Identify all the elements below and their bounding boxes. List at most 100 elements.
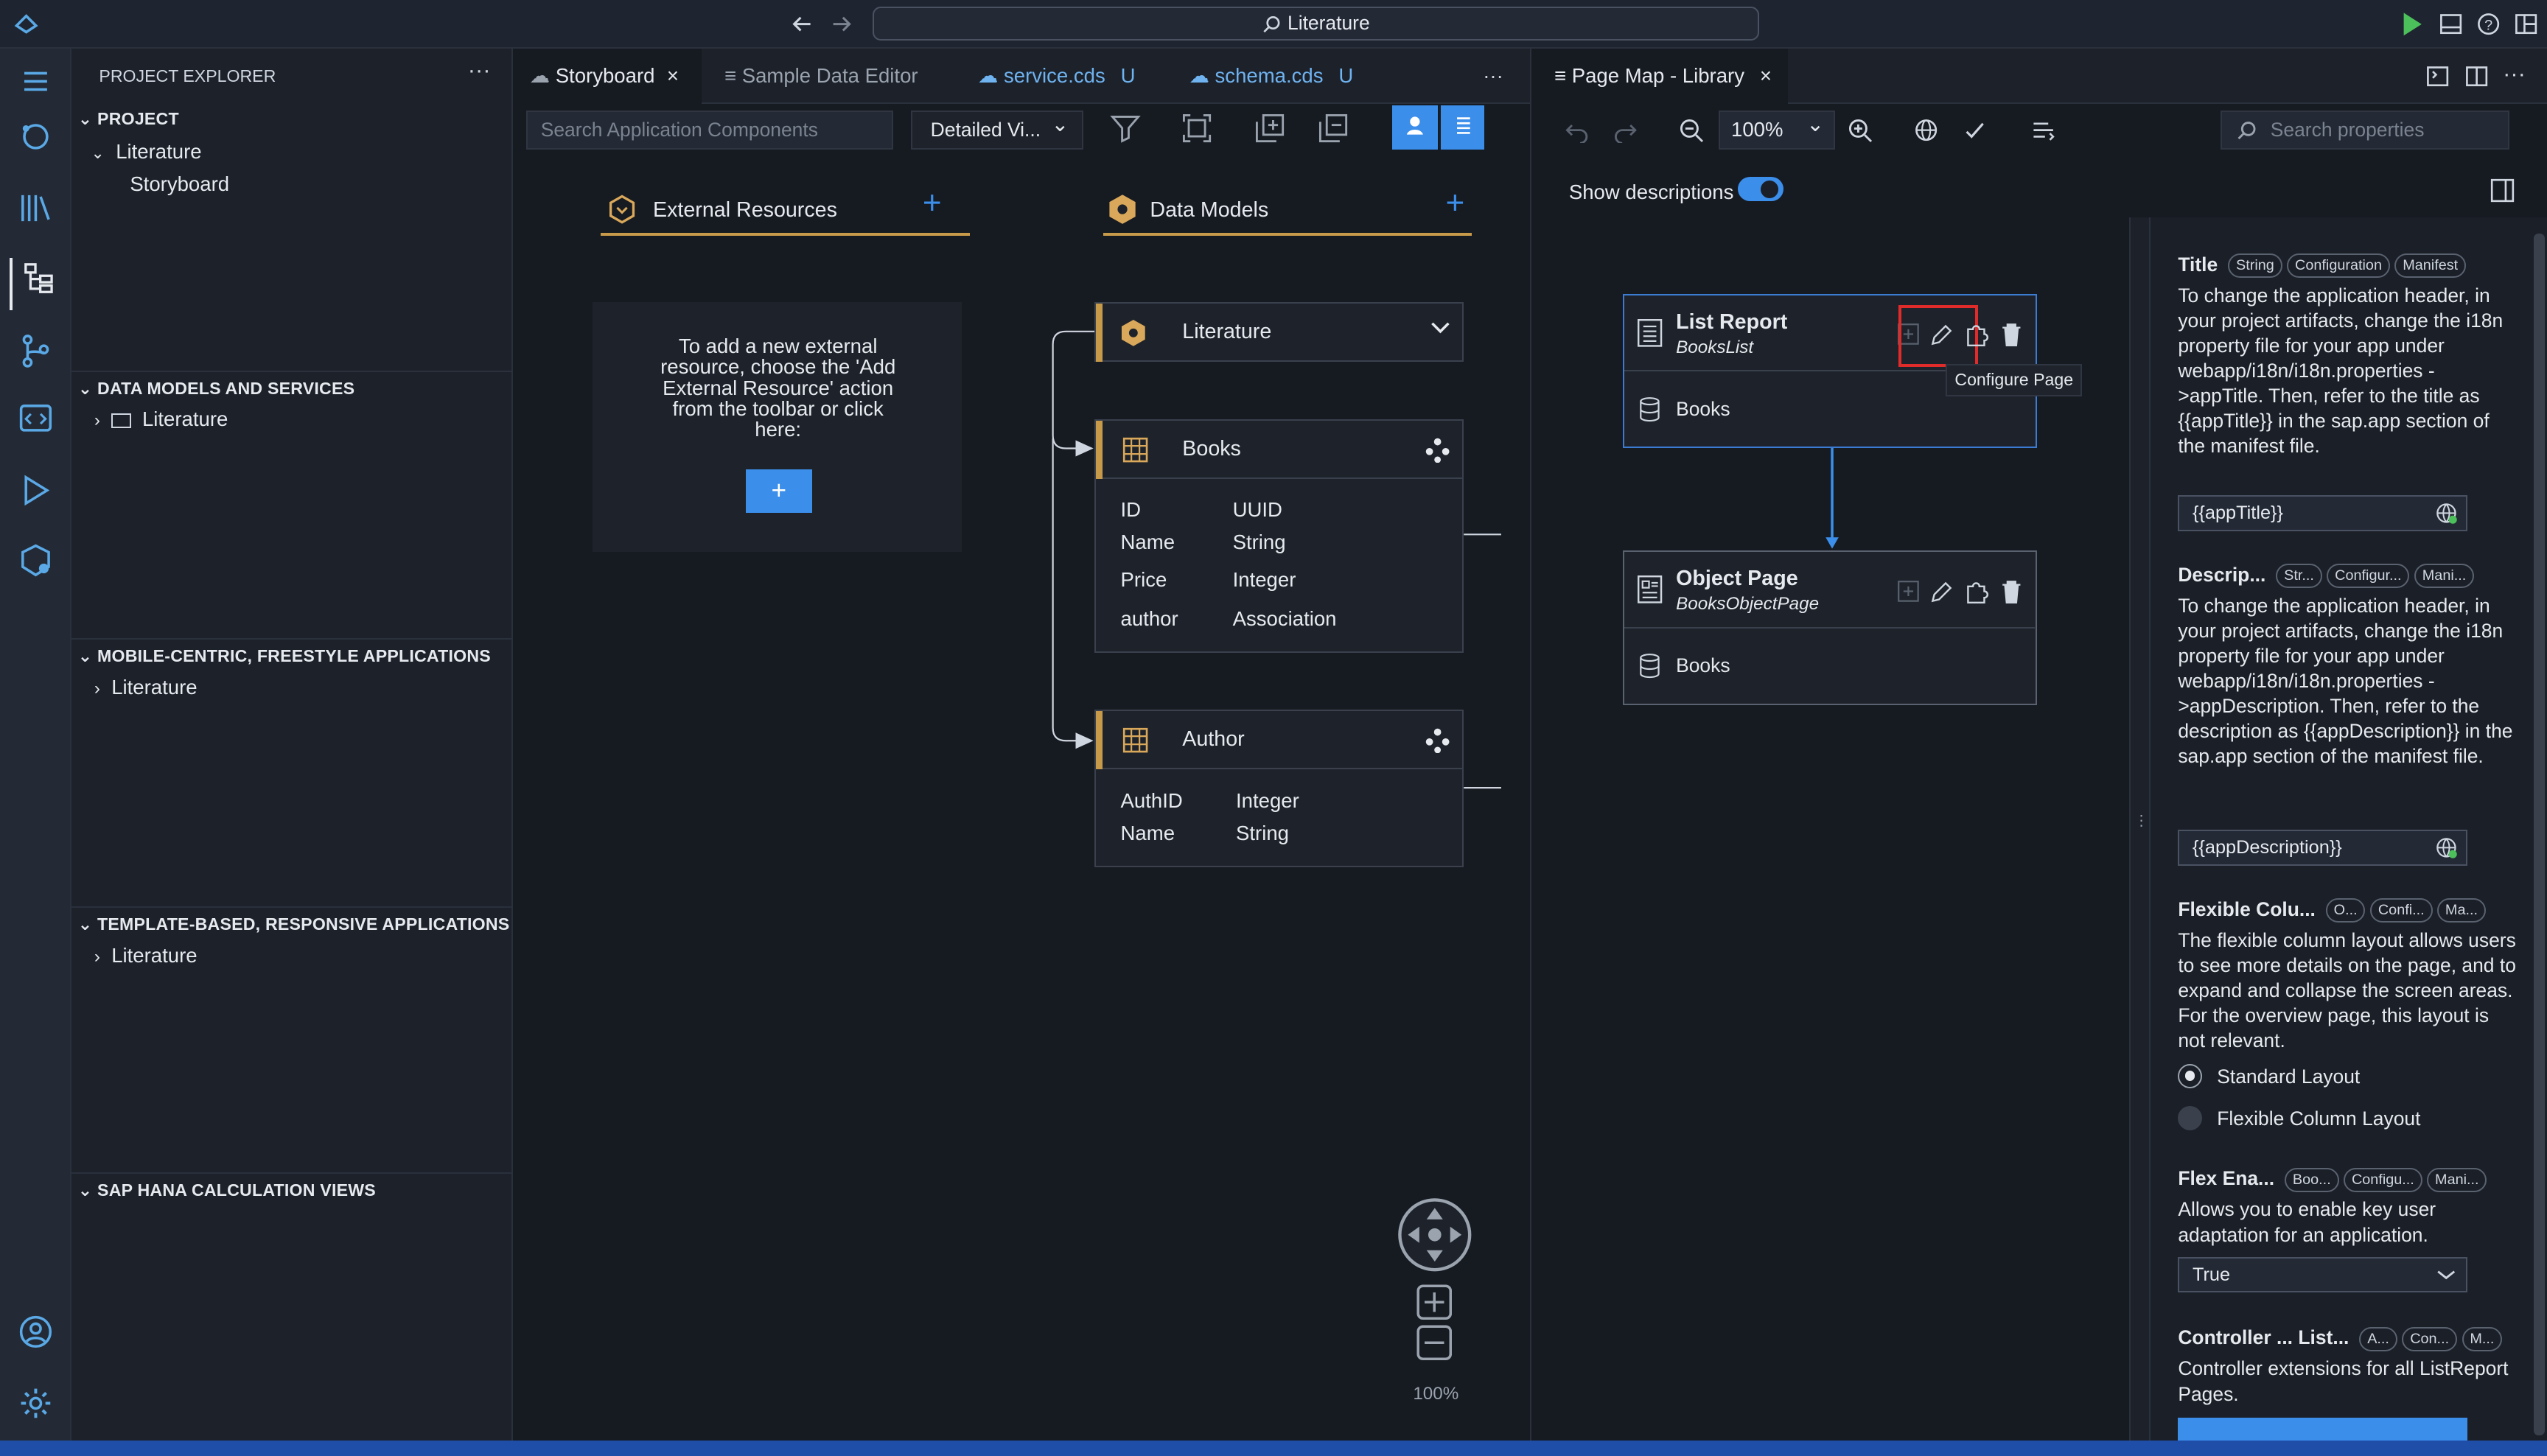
storyboard-zoom-level: 100% <box>1413 1383 1459 1404</box>
entity-card-books[interactable]: Books ID UUID Name String Price Integer … <box>1094 419 1464 653</box>
prop-flexible-column: Flexible Colu... O... Confi... Ma... The f… <box>2178 897 2519 1054</box>
service-card-literature[interactable]: Literature <box>1094 301 1464 363</box>
radio-button[interactable] <box>2178 1105 2203 1130</box>
run-debug-icon[interactable] <box>16 471 55 510</box>
component-search-input[interactable]: Search Application Components <box>526 110 894 150</box>
tab-sample-data-editor[interactable]: ≡ Sample Data Editor <box>724 49 936 104</box>
source-control-icon[interactable] <box>16 332 55 371</box>
user-view-toggle[interactable] <box>1391 105 1438 150</box>
tab-service-cds[interactable]: ☁ service.cds U <box>978 49 1167 104</box>
service-center-icon[interactable] <box>16 541 55 580</box>
property-search-input[interactable]: Search properties <box>2220 110 2509 150</box>
section-template[interactable]: ⌄ TEMPLATE-BASED, RESPONSIVE APPLICATION… <box>78 914 510 934</box>
tab-page-map[interactable]: ≡ Page Map - Library × <box>1531 49 1789 105</box>
redo-icon[interactable] <box>1613 117 1638 143</box>
project-explorer-icon[interactable] <box>10 258 62 310</box>
account-icon[interactable] <box>16 1312 55 1351</box>
tab-schema-cds[interactable]: ☁ schema.cds U <box>1189 49 1377 104</box>
add-external-resource-button[interactable]: + <box>745 469 812 514</box>
flex-enabled-select[interactable]: True <box>2178 1256 2467 1293</box>
undo-icon[interactable] <box>1564 117 1590 143</box>
close-icon[interactable]: × <box>667 64 679 87</box>
forward-arrow-icon[interactable] <box>828 11 854 37</box>
show-descriptions-toggle[interactable] <box>1738 177 1783 202</box>
tab-storyboard[interactable]: ☁ Storyboard × <box>513 49 702 105</box>
tree-item-template-literature[interactable]: › Literature <box>94 944 198 967</box>
layout-toggle-icon[interactable] <box>2030 117 2056 143</box>
close-icon[interactable]: × <box>1760 64 1772 87</box>
help-icon[interactable]: ? <box>2476 11 2501 37</box>
tabs-more-icon[interactable]: ··· <box>1483 49 1503 104</box>
globe-icon[interactable] <box>1913 117 1939 143</box>
controller-add-button[interactable] <box>2178 1418 2467 1441</box>
chevron-down-icon: ⌄ <box>77 914 93 934</box>
explorer-more-icon[interactable]: ··· <box>468 57 491 83</box>
zoom-select[interactable]: 100% ⌄ <box>1718 110 1836 150</box>
chevron-down-icon: ⌄ <box>77 378 93 398</box>
run-icon[interactable] <box>2399 10 2425 39</box>
code-editor-icon[interactable] <box>16 399 55 438</box>
add-data-model-icon[interactable]: + <box>1446 185 1465 222</box>
explorer-icon[interactable] <box>16 117 55 156</box>
side-panel-icon[interactable] <box>2490 178 2515 203</box>
section-hana[interactable]: ⌄ SAP HANA CALCULATION VIEWS <box>78 1180 376 1200</box>
extension-puzzle-icon[interactable] <box>1965 580 1989 604</box>
add-external-resource-icon[interactable]: + <box>923 185 942 222</box>
zoom-out-icon[interactable] <box>1678 117 1704 143</box>
tree-item-data-literature[interactable]: › Literature <box>94 407 228 431</box>
validate-icon[interactable] <box>1962 117 1988 143</box>
edit-pencil-icon[interactable] <box>1929 323 1954 347</box>
trash-icon[interactable] <box>2001 323 2022 347</box>
entity-relations-icon[interactable] <box>1425 727 1450 754</box>
i18n-globe-icon[interactable] <box>2435 836 2458 859</box>
panel-resize-handle[interactable]: ⋮ <box>2129 217 2151 1441</box>
settings-gear-icon[interactable] <box>16 1384 55 1423</box>
radio-button[interactable] <box>2178 1063 2203 1088</box>
page-card-object-page[interactable]: Object Page BooksObjectPage Books <box>1622 550 2037 705</box>
collapse-all-icon[interactable] <box>1317 112 1349 144</box>
more-actions-icon[interactable]: ··· <box>2503 60 2526 87</box>
zoom-out-icon[interactable] <box>1416 1325 1452 1361</box>
expand-all-icon[interactable] <box>1254 112 1286 144</box>
toggle-panel-icon[interactable] <box>2438 11 2464 37</box>
prop-tag: M... <box>2462 1327 2503 1351</box>
add-section-icon[interactable] <box>1897 580 1920 603</box>
user-icon <box>1406 116 1423 135</box>
view-select[interactable]: Detailed Vi... ⌄ <box>911 110 1084 150</box>
library-icon[interactable] <box>16 189 55 228</box>
prop-description: The flexible column layout allows users … <box>2178 928 2516 1052</box>
section-mobile[interactable]: ⌄ MOBILE-CENTRIC, FREESTYLE APPLICATIONS <box>78 646 491 666</box>
section-project[interactable]: ⌄ PROJECT <box>78 109 179 129</box>
extension-puzzle-icon[interactable] <box>1965 323 1989 347</box>
zoom-in-icon[interactable] <box>1847 117 1873 143</box>
list-view-toggle[interactable] <box>1439 105 1485 150</box>
back-arrow-icon[interactable] <box>789 11 815 37</box>
i18n-globe-icon[interactable] <box>2435 502 2458 525</box>
file-icon: ≡ <box>724 64 737 88</box>
entity-relations-icon[interactable] <box>1425 437 1450 463</box>
zoom-in-icon[interactable] <box>1416 1284 1452 1320</box>
open-preview-icon[interactable] <box>2425 63 2450 89</box>
edit-pencil-icon[interactable] <box>1929 580 1954 604</box>
fit-to-screen-icon[interactable] <box>1181 112 1213 144</box>
folder-icon <box>111 413 131 428</box>
tree-item-literature[interactable]: ⌄ Literature <box>91 140 201 164</box>
page-map-canvas: List Report BooksList Books Configure Pa… <box>1531 217 2130 1441</box>
properties-scrollbar[interactable] <box>2530 217 2547 1441</box>
chevron-down-icon[interactable] <box>1429 317 1452 340</box>
title-input[interactable]: {{appTitle}} <box>2178 495 2467 531</box>
menu-icon[interactable] <box>16 62 55 101</box>
trash-icon[interactable] <box>2001 580 2022 604</box>
description-input[interactable]: {{appDescription}} <box>2178 830 2467 866</box>
entity-card-author[interactable]: Author AuthID Integer Name String <box>1094 710 1464 867</box>
tree-item-mobile-literature[interactable]: › Literature <box>94 676 198 699</box>
pan-control-icon[interactable] <box>1397 1197 1473 1273</box>
tree-item-storyboard[interactable]: Storyboard <box>130 172 229 196</box>
configure-page-tooltip: Configure Page <box>1946 363 2083 396</box>
section-data-models[interactable]: ⌄ DATA MODELS AND SERVICES <box>78 379 354 399</box>
layout-icon[interactable] <box>2513 11 2539 37</box>
prop-header: Flex Ena... Boo... Configu... Mani... <box>2178 1166 2519 1192</box>
filter-icon[interactable] <box>1109 113 1142 143</box>
command-center[interactable]: Literature <box>872 6 1759 41</box>
split-editor-icon[interactable] <box>2464 63 2490 89</box>
